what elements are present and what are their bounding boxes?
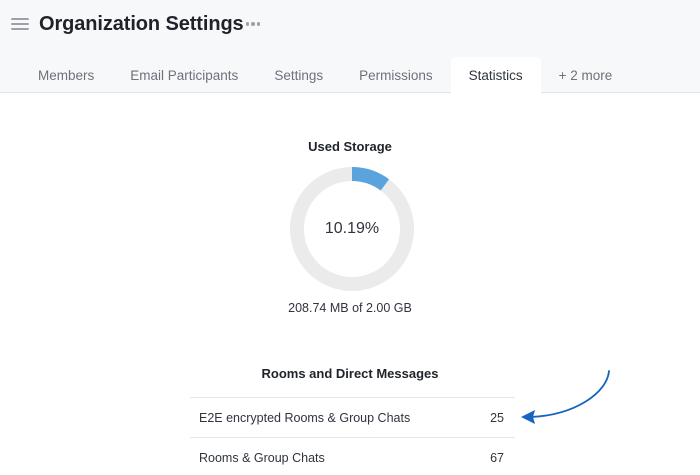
page-header: Organization Settings Members Email Part…	[0, 0, 700, 93]
page-title: Organization Settings	[39, 13, 244, 35]
tab-email-participants[interactable]: Email Participants	[112, 57, 256, 93]
tab-more[interactable]: + 2 more	[541, 57, 631, 93]
row-label: E2E encrypted Rooms & Group Chats	[199, 410, 411, 425]
used-storage-title: Used Storage	[308, 139, 392, 154]
tab-permissions[interactable]: Permissions	[341, 57, 451, 93]
tab-statistics[interactable]: Statistics	[450, 57, 541, 93]
statistics-panel: Used Storage 10.19% 208.74 MB of 2.00 GB…	[0, 93, 700, 475]
row-value: 25	[490, 410, 504, 425]
tab-settings[interactable]: Settings	[256, 57, 341, 93]
table-row: Rooms & Group Chats 67	[190, 437, 515, 475]
hamburger-menu-icon[interactable]	[11, 16, 29, 34]
storage-detail: 208.74 MB of 2.00 GB	[288, 301, 412, 315]
tab-members[interactable]: Members	[20, 57, 112, 93]
tab-bar: Members Email Participants Settings Perm…	[20, 57, 630, 93]
table-row: E2E encrypted Rooms & Group Chats 25	[190, 397, 515, 437]
kebab-horizontal-icon[interactable]	[243, 13, 263, 35]
rooms-section-title: Rooms and Direct Messages	[261, 366, 439, 381]
storage-percent-label: 10.19%	[324, 220, 380, 237]
rooms-table: E2E encrypted Rooms & Group Chats 25 Roo…	[190, 397, 515, 475]
row-value: 67	[490, 450, 504, 465]
row-label: Rooms & Group Chats	[199, 450, 325, 465]
